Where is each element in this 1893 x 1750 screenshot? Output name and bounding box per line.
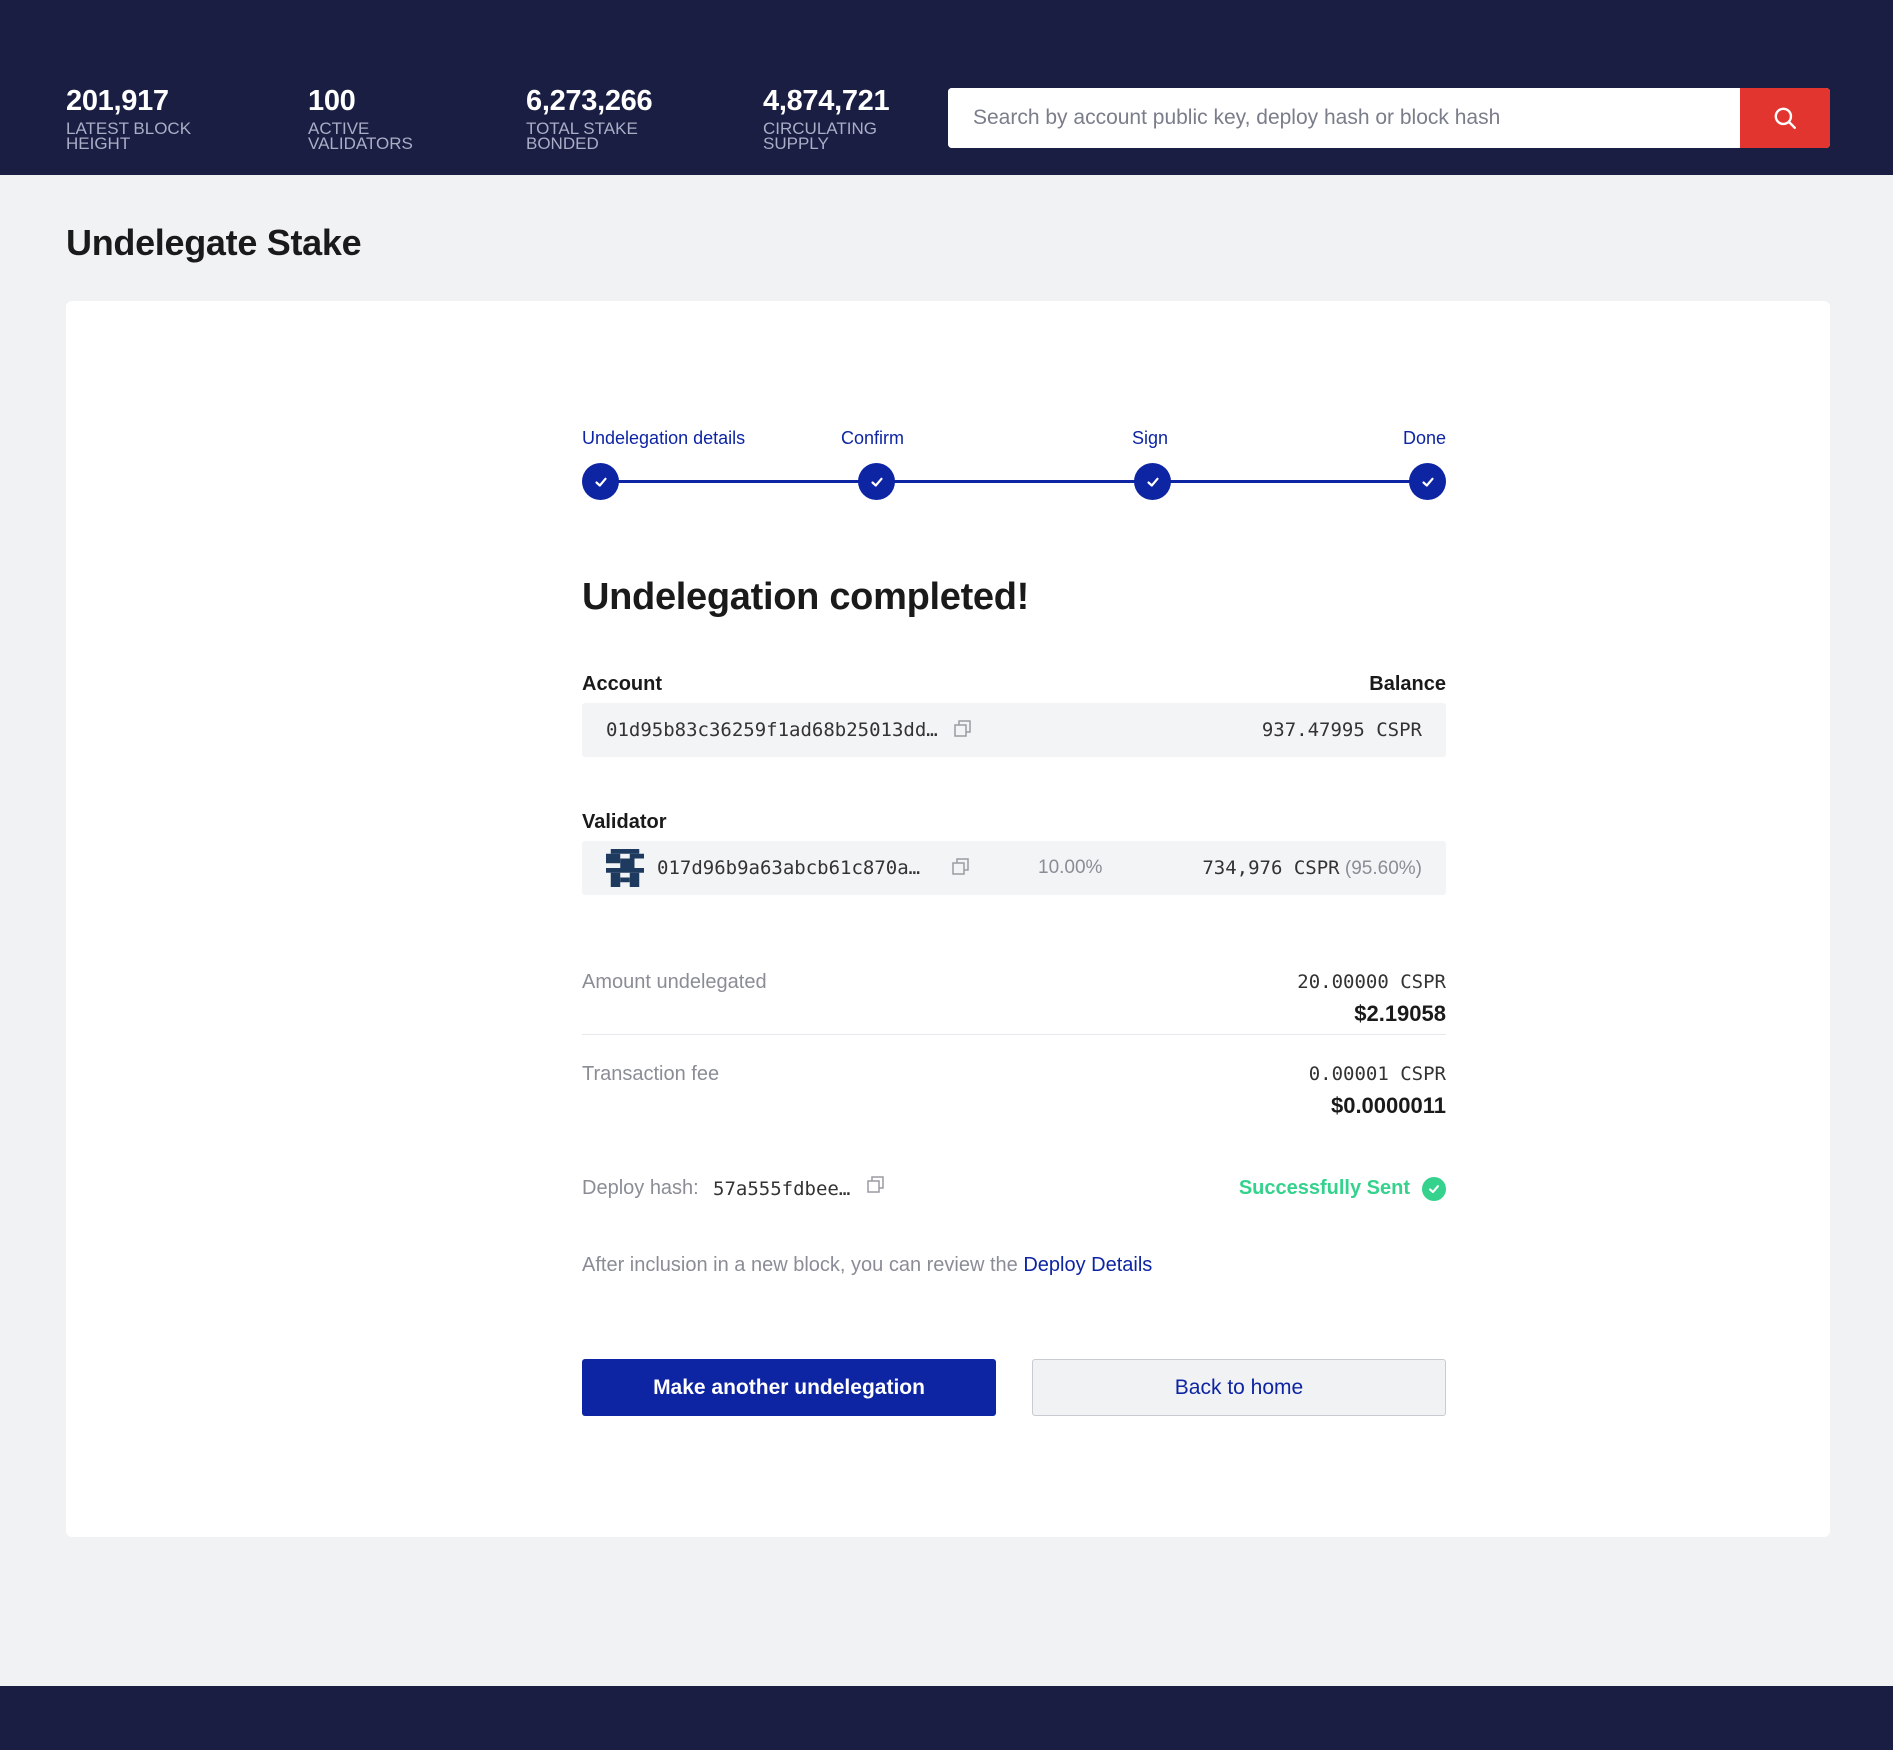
step-label-confirm: Confirm xyxy=(841,428,905,448)
amount-undelegated-label: Amount undelegated xyxy=(582,971,767,993)
copy-icon[interactable] xyxy=(866,1175,886,1195)
stat-circulating-supply: 4,874,721 CIRCULATING SUPPLY xyxy=(763,84,913,153)
transaction-fee-value: 0.00001 CSPR $0.0000011 xyxy=(1309,1063,1446,1119)
transaction-fee-label: Transaction fee xyxy=(582,1063,720,1085)
stat-value: 201,917 xyxy=(66,85,169,117)
footer xyxy=(0,1686,1893,1750)
status-text: Successfully Sent xyxy=(1238,1177,1410,1199)
amount-undelegated-value: 20.00000 CSPR $2.19058 xyxy=(1297,971,1446,1027)
deploy-details-link[interactable]: Deploy Details xyxy=(1023,1254,1152,1276)
step-1-complete xyxy=(582,463,619,500)
inclusion-info: After inclusion in a new block, you can … xyxy=(582,1254,1152,1277)
search-icon xyxy=(1774,107,1796,129)
deploy-hash-row: Deploy hash: 57a555fdbee… Successfully S… xyxy=(582,1175,1446,1205)
step-2-complete xyxy=(858,463,895,500)
deploy-hash-value: 57a555fdbee… xyxy=(713,1178,851,1200)
amount-usd: $2.19058 xyxy=(1354,1001,1446,1026)
stat-value: 100 xyxy=(308,85,356,117)
back-to-home-button[interactable]: Back to home xyxy=(1032,1359,1446,1416)
validator-stake-group: 734,976 CSPR (95.60%) xyxy=(1202,857,1422,880)
copy-icon[interactable] xyxy=(951,857,971,877)
stat-label: LATEST BLOCK HEIGHT xyxy=(66,119,192,153)
stat-value: 6,273,266 xyxy=(526,85,653,117)
stat-label: CIRCULATING SUPPLY xyxy=(763,119,877,153)
step-label-undelegation-details: Undelegation details xyxy=(582,428,746,448)
stepper-progress-line xyxy=(600,480,1428,483)
check-icon xyxy=(870,477,883,487)
step-label-sign: Sign xyxy=(1132,428,1169,448)
search-button[interactable] xyxy=(1740,88,1830,148)
success-check-icon xyxy=(1422,1177,1446,1201)
deploy-hash-label: Deploy hash: xyxy=(582,1177,699,1199)
copy-icon[interactable] xyxy=(953,719,973,739)
stat-label: TOTAL STAKE BONDED xyxy=(526,119,638,153)
step-4-complete xyxy=(1409,463,1446,500)
step-label-done: Done xyxy=(1402,428,1446,448)
page-title: Undelegate Stake xyxy=(66,222,362,263)
balance-label: Balance xyxy=(1369,673,1446,695)
account-label: Account xyxy=(582,673,662,695)
validator-avatar-icon xyxy=(606,849,644,887)
validator-label: Validator xyxy=(582,811,667,833)
amount-cspr: 20.00000 CSPR xyxy=(1297,971,1446,993)
validator-stake: 734,976 CSPR xyxy=(1202,857,1340,879)
undelegation-card: Undelegation details Confirm Sign Done U… xyxy=(66,301,1830,1537)
divider xyxy=(582,1034,1446,1035)
inclusion-info-text: After inclusion in a new block, you can … xyxy=(582,1254,1024,1276)
validator-hash: 017d96b9a63abcb61c870a… xyxy=(657,857,921,879)
top-navigation-bar: 201,917 LATEST BLOCK HEIGHT 100 ACTIVE V… xyxy=(0,0,1893,175)
validator-fee: 10.00% xyxy=(1038,857,1103,878)
stat-value: 4,874,721 xyxy=(763,85,890,117)
check-icon xyxy=(1146,477,1159,487)
validator-stake-share: (95.60%) xyxy=(1344,858,1422,879)
account-balance: 937.47995 CSPR xyxy=(1261,719,1422,741)
fee-cspr: 0.00001 CSPR xyxy=(1308,1063,1446,1085)
step-3-complete xyxy=(1134,463,1171,500)
validator-box: 017d96b9a63abcb61c870a… 10.00% 734,976 C… xyxy=(582,841,1446,895)
account-box: 01d95b83c36259f1ad68b25013dd… 937.47995 … xyxy=(582,703,1446,757)
check-icon xyxy=(594,477,607,487)
search-bar xyxy=(948,88,1830,148)
stat-total-stake-bonded: 6,273,266 TOTAL STAKE BONDED xyxy=(526,84,676,153)
make-another-undelegation-button[interactable]: Make another undelegation xyxy=(582,1359,996,1416)
check-icon xyxy=(1421,477,1434,487)
stat-label: ACTIVE VALIDATORS xyxy=(308,119,413,153)
completion-title: Undelegation completed! xyxy=(582,576,1030,618)
undelegation-content: Undelegation details Confirm Sign Done U… xyxy=(582,301,1446,1537)
fee-usd: $0.0000011 xyxy=(1330,1093,1446,1118)
account-hash: 01d95b83c36259f1ad68b25013dd… xyxy=(606,719,938,741)
stat-active-validators: 100 ACTIVE VALIDATORS xyxy=(308,84,458,153)
stat-latest-block-height: 201,917 LATEST BLOCK HEIGHT xyxy=(66,84,216,153)
search-input[interactable] xyxy=(948,88,1740,148)
